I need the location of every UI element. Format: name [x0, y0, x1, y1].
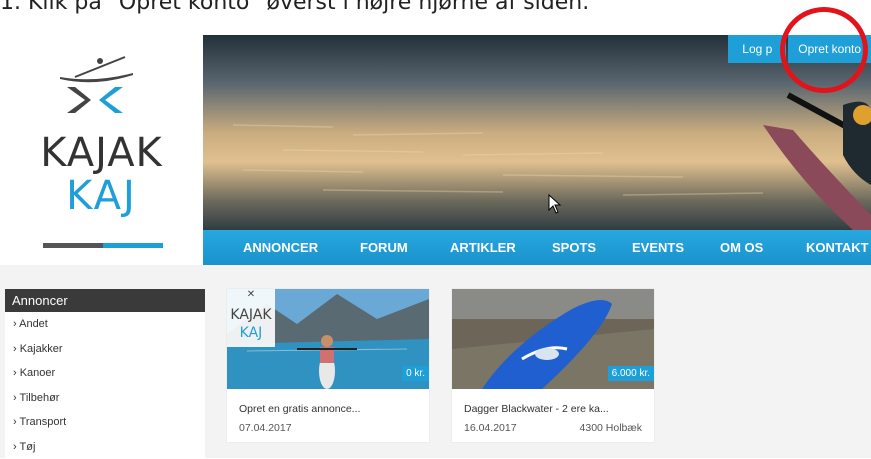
listing-date: 07.04.2017 — [239, 422, 292, 434]
instruction-line: 1. Klik på "Opret konto" øverst i højre … — [0, 0, 871, 15]
sidebar-header: Annoncer — [5, 289, 205, 312]
site-logo[interactable]: KAJAK KAJ — [0, 35, 203, 265]
nav-annoncer[interactable]: ANNONCER — [243, 230, 318, 265]
instruction-text: 1. Klik på "Opret konto" øverst i højre … — [0, 0, 871, 26]
kayaker-icon — [55, 55, 135, 115]
listing-price: 6.000 kr. — [608, 366, 654, 381]
listing-price: 0 kr. — [402, 366, 429, 381]
login-button[interactable]: Log p — [728, 35, 786, 63]
logo-underline — [43, 243, 163, 248]
category-sidebar: Annoncer › Andet › Kajakker › Kanoer › T… — [5, 289, 205, 458]
card-logo-kaj: KAJ — [240, 325, 263, 341]
listing-title[interactable]: Opret en gratis annonce... — [239, 403, 360, 415]
listing-location: 4300 Holbæk — [580, 422, 642, 434]
sidebar-item-tilbehor[interactable]: › Tilbehør — [5, 386, 205, 411]
nav-spots[interactable]: SPOTS — [552, 230, 596, 265]
highlight-circle — [780, 7, 868, 93]
nav-artikler[interactable]: ARTIKLER — [450, 230, 516, 265]
card-logo-kajak: KAJAK — [230, 307, 272, 323]
hero-banner — [203, 35, 871, 230]
listing-title[interactable]: Dagger Blackwater - 2 ere ka... — [464, 403, 609, 415]
logo-text-kajak: KAJAK — [0, 130, 203, 176]
main-nav: ANNONCER FORUM ARTIKLER SPOTS EVENTS OM … — [203, 230, 871, 265]
listing-image: 6.000 kr. — [452, 289, 654, 389]
nav-kontakt[interactable]: KONTAKT — [806, 230, 869, 265]
listing-date: 16.04.2017 — [464, 422, 517, 434]
mouse-cursor-icon — [548, 194, 562, 214]
nav-forum[interactable]: FORUM — [360, 230, 408, 265]
nav-om-os[interactable]: OM OS — [720, 230, 763, 265]
sidebar-item-toj[interactable]: › Tøj — [5, 435, 205, 459]
sidebar-item-kanoer[interactable]: › Kanoer — [5, 361, 205, 386]
listing-card[interactable]: 6.000 kr. Dagger Blackwater - 2 ere ka..… — [452, 289, 654, 442]
logo-text-kaj: KAJ — [0, 173, 203, 219]
sidebar-item-kajakker[interactable]: › Kajakker — [5, 337, 205, 362]
listing-card[interactable]: ✕ KAJAK KAJ 0 kr. Opret en gratis annonc… — [227, 289, 429, 442]
listing-image: ✕ KAJAK KAJ 0 kr. — [227, 289, 429, 389]
nav-events[interactable]: EVENTS — [632, 230, 684, 265]
svg-text:✕: ✕ — [247, 289, 255, 300]
sidebar-item-transport[interactable]: › Transport — [5, 410, 205, 435]
sidebar-item-andet[interactable]: › Andet — [5, 312, 205, 337]
